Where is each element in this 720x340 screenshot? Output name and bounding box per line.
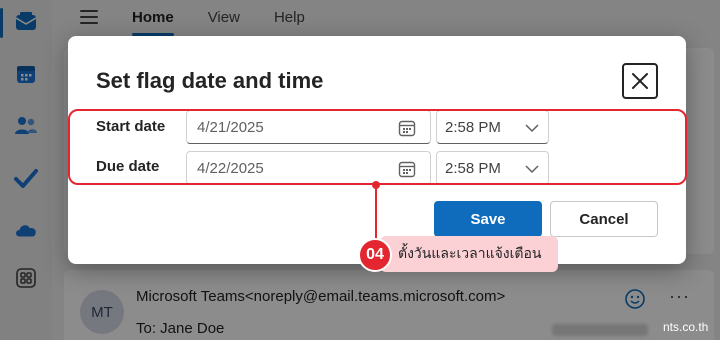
annotation-leader-line [375,188,377,240]
cancel-button[interactable]: Cancel [550,201,658,237]
close-icon [632,73,648,89]
annotation-step-badge: 04 [358,238,392,272]
annotation-caption: ตั้งวันและเวลาแจ้งเตือน [380,236,558,272]
watermark: nts.co.th [663,320,709,334]
dialog-title: Set flag date and time [96,68,324,93]
annotation-highlight-box [68,109,687,185]
save-button[interactable]: Save [434,201,542,237]
close-button[interactable] [622,63,658,99]
